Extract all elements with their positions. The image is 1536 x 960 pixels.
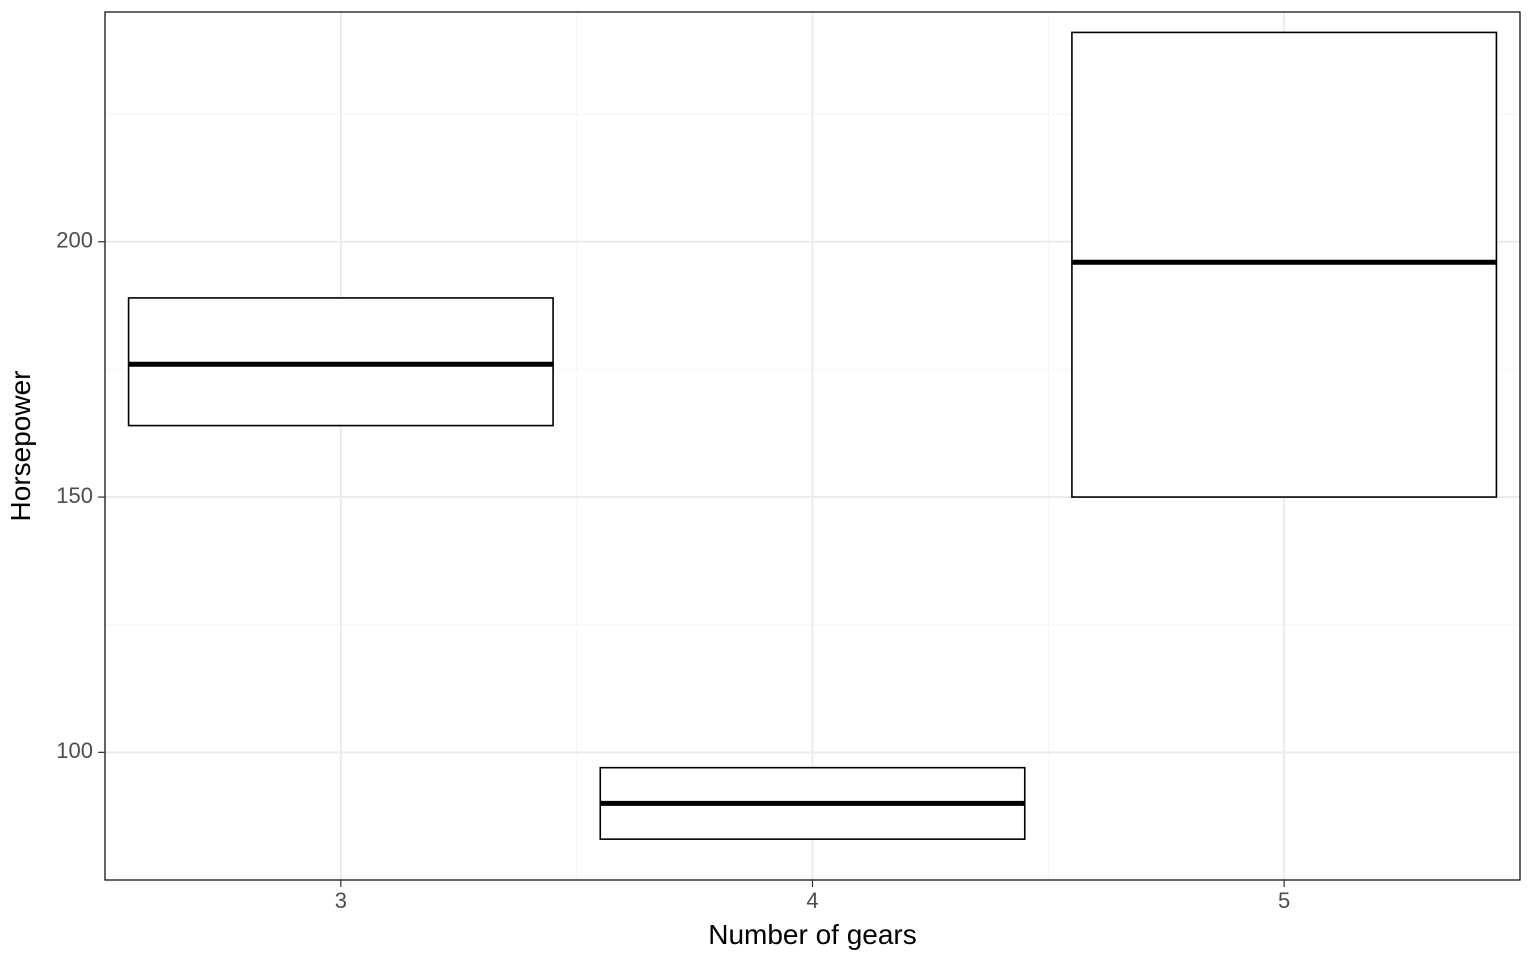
boxplot-chart: 100 150 200 3 4 5 Number of gears Horsepower (0, 0, 1536, 960)
box-3 (129, 298, 554, 426)
y-tick-label: 150 (56, 483, 93, 508)
y-axis-title: Horsepower (5, 371, 36, 522)
chart-svg: 100 150 200 3 4 5 Number of gears Horsepower (0, 0, 1536, 960)
x-axis-title: Number of gears (708, 919, 917, 950)
box-5 (1072, 32, 1497, 497)
y-tick-label: 100 (56, 738, 93, 763)
y-tick-label: 200 (56, 228, 93, 253)
x-tick-label: 3 (335, 888, 347, 913)
x-tick-label: 5 (1278, 888, 1290, 913)
x-tick-label: 4 (806, 888, 818, 913)
